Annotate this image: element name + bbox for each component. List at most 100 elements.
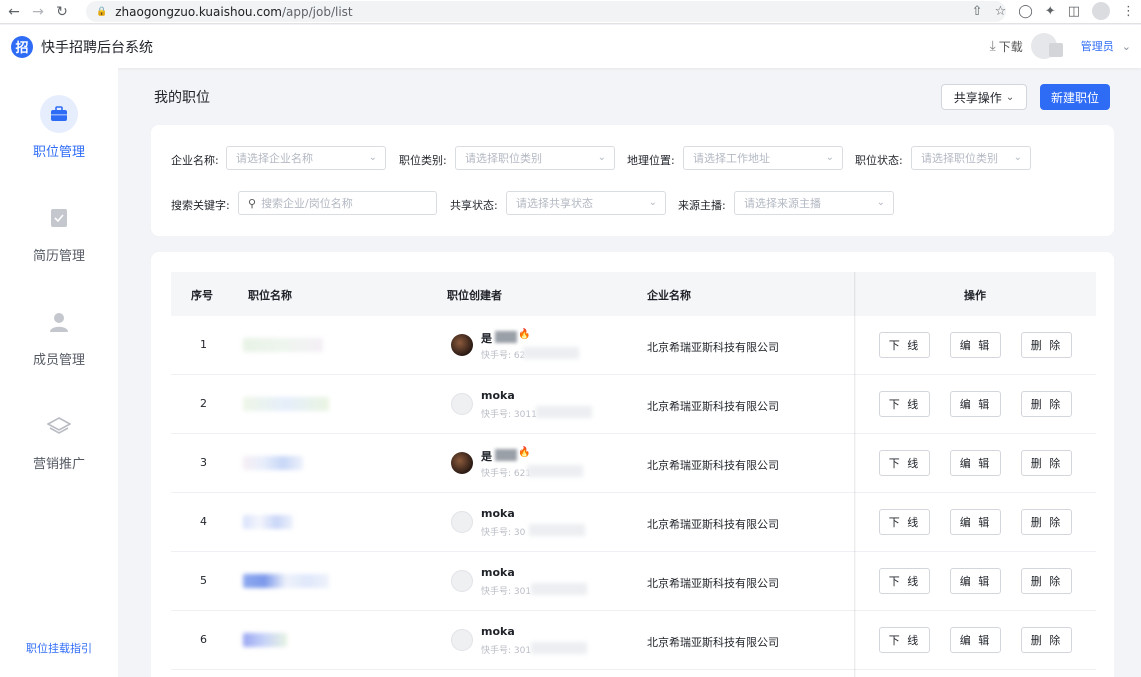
user-role-label[interactable]: 管理员 (1081, 38, 1114, 54)
edit-button[interactable]: 编 辑 (950, 391, 1001, 417)
company-name: 北京希瑞亚斯科技有限公司 (647, 636, 779, 649)
share-status-select[interactable]: 请选择共享状态 ⌄ (506, 191, 666, 215)
creator-avatar (451, 570, 473, 592)
status-select-placeholder: 请选择职位类别 (921, 152, 998, 165)
header-index: 序号 (191, 289, 213, 302)
share-actions-label: 共享操作 (953, 90, 1002, 105)
company-name: 北京希瑞亚斯科技有限公司 (647, 459, 779, 472)
share-filter-label: 共享状态: (450, 199, 498, 212)
table-row: 4 moka 快手号: 30 北京希瑞亚斯科技有限公司 下 线 编 辑 删 除 (171, 493, 1096, 552)
location-select-placeholder: 请选择工作地址 (693, 152, 770, 165)
share-actions-dropdown[interactable]: 共享操作 ⌄ (941, 84, 1027, 110)
job-mount-guide-link[interactable]: 职位挂载指引 (0, 640, 118, 656)
url-path: /app/job/list (281, 4, 353, 19)
app-logo: 招 (11, 35, 33, 58)
edit-button[interactable]: 编 辑 (950, 450, 1001, 476)
edit-button[interactable]: 编 辑 (950, 627, 1001, 653)
row-index: 3 (200, 456, 207, 469)
delete-button[interactable]: 删 除 (1021, 509, 1072, 535)
category-select[interactable]: 请选择职位类别 ⌄ (455, 146, 615, 170)
avatar[interactable] (1030, 33, 1063, 59)
job-name-redacted (243, 574, 329, 588)
sidebar-item-jobs[interactable]: 职位管理 (0, 95, 118, 175)
search-icon: ⚲ (248, 196, 257, 210)
keyword-search-input[interactable]: ⚲ 搜索企业/岗位名称 (238, 191, 437, 215)
back-icon[interactable]: ← (4, 2, 24, 22)
layers-icon (40, 407, 78, 445)
creator-avatar (451, 452, 473, 474)
new-job-button[interactable]: 新建职位 (1040, 84, 1110, 110)
menu-dots-icon[interactable]: ⋮ (1122, 4, 1135, 19)
offline-button[interactable]: 下 线 (879, 568, 930, 594)
company-name: 北京希瑞亚斯科技有限公司 (647, 341, 779, 354)
creator-name: 是 (481, 332, 492, 345)
job-name-redacted (243, 338, 323, 352)
creator-avatar (451, 334, 473, 356)
table-row: 1 是 🔥 快手号: 62 北京希瑞亚斯科技有限公司 下 线 编 辑 删 除 (171, 316, 1096, 375)
page-title: 我的职位 (154, 90, 210, 106)
table-header: 序号 职位名称 职位创建者 企业名称 操作 (171, 272, 1096, 316)
company-select-placeholder: 请选择企业名称 (236, 152, 313, 165)
sidebar-item-members[interactable]: 成员管理 (0, 303, 118, 383)
fire-icon: 🔥 (518, 329, 531, 340)
delete-button[interactable]: 删 除 (1021, 568, 1072, 594)
chevron-down-icon: ⌄ (825, 152, 834, 163)
header-job-name: 职位名称 (248, 289, 292, 302)
app-title: 快手招聘后台系统 (41, 39, 153, 56)
creator-id: 快手号: 3011 (481, 410, 537, 420)
table-row: 5 moka 快手号: 301 北京希瑞亚斯科技有限公司 下 线 编 辑 删 除 (171, 552, 1096, 611)
sidebar-item-marketing[interactable]: 营销推广 (0, 407, 118, 487)
delete-button[interactable]: 删 除 (1021, 450, 1072, 476)
delete-button[interactable]: 删 除 (1021, 627, 1072, 653)
side-panel-icon[interactable]: ◫ (1068, 4, 1080, 19)
job-name-redacted (243, 633, 287, 647)
location-filter-label: 地理位置: (627, 154, 675, 167)
offline-button[interactable]: 下 线 (879, 332, 930, 358)
edit-button[interactable]: 编 辑 (950, 568, 1001, 594)
source-anchor-select[interactable]: 请选择来源主播 ⌄ (734, 191, 894, 215)
location-select[interactable]: 请选择工作地址 ⌄ (683, 146, 843, 170)
edit-button[interactable]: 编 辑 (950, 332, 1001, 358)
creator-id: 快手号: 621 (481, 469, 532, 479)
forward-icon[interactable]: → (28, 2, 48, 22)
address-bar[interactable]: 🔒 zhaogongzuo.kuaishou.com/app/job/list (86, 1, 1006, 22)
table-row: 2 moka 快手号: 3011 北京希瑞亚斯科技有限公司 下 线 编 辑 删 … (171, 375, 1096, 434)
reload-icon[interactable]: ↻ (52, 2, 72, 22)
share-page-icon[interactable]: ⇧ (972, 4, 983, 19)
creator-id: 快手号: 30 (481, 528, 526, 538)
creator-id-redacted (529, 524, 585, 536)
offline-button[interactable]: 下 线 (879, 509, 930, 535)
category-filter-label: 职位类别: (399, 154, 447, 167)
creator-avatar (451, 629, 473, 651)
offline-button[interactable]: 下 线 (879, 391, 930, 417)
creator-name: moka (481, 507, 515, 520)
header-company: 企业名称 (647, 289, 691, 302)
creator-id: 快手号: 301 (481, 587, 532, 597)
delete-button[interactable]: 删 除 (1021, 332, 1072, 358)
offline-button[interactable]: 下 线 (879, 627, 930, 653)
browser-toolbar: ← → ↻ 🔒 zhaogongzuo.kuaishou.com/app/job… (0, 0, 1141, 24)
edit-button[interactable]: 编 辑 (950, 509, 1001, 535)
status-select[interactable]: 请选择职位类别 ⌄ (911, 146, 1031, 170)
company-select[interactable]: 请选择企业名称 ⌄ (226, 146, 386, 170)
row-index: 6 (200, 633, 207, 646)
extension-circle-icon[interactable]: ◯ (1018, 4, 1033, 19)
profile-icon[interactable] (1092, 2, 1110, 20)
job-name-redacted (243, 397, 329, 411)
creator-id-redacted (523, 347, 579, 359)
fixed-column-shadow (854, 272, 856, 677)
sidebar-item-resumes[interactable]: 简历管理 (0, 199, 118, 279)
bookmark-star-icon[interactable]: ☆ (995, 4, 1007, 19)
job-name-redacted (243, 515, 293, 529)
resume-icon (40, 199, 78, 237)
chevron-down-icon: ⌄ (597, 152, 606, 163)
row-index: 2 (200, 397, 207, 410)
chevron-down-icon[interactable]: ⌄ (1122, 40, 1131, 53)
offline-button[interactable]: 下 线 (879, 450, 930, 476)
category-select-placeholder: 请选择职位类别 (465, 152, 542, 165)
creator-id-redacted (536, 406, 592, 418)
sidebar-item-label: 营销推广 (32, 457, 85, 472)
puzzle-icon[interactable]: ✦ (1045, 4, 1056, 19)
download-button[interactable]: ⤓ 下载 (990, 38, 1023, 55)
delete-button[interactable]: 删 除 (1021, 391, 1072, 417)
